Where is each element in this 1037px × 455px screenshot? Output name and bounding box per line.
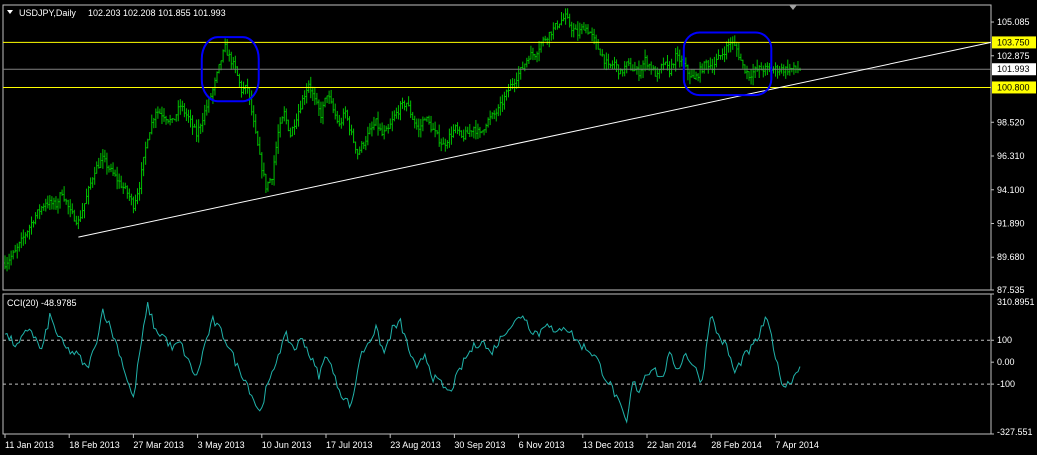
price-tick-label: 91.890 <box>997 219 1025 229</box>
date-tick-label: 27 Mar 2013 <box>133 440 184 450</box>
date-tick-label: 11 Jan 2013 <box>5 440 54 450</box>
date-tick-label: 7 Apr 2014 <box>775 440 819 450</box>
bid-level-label: 101.993 <box>992 63 1036 76</box>
level-label-text: 101.993 <box>997 64 1030 74</box>
date-tick-label: 10 Jun 2013 <box>262 440 312 450</box>
cci-tick-label: 310.8951 <box>997 297 1035 307</box>
price-tick-label: 89.680 <box>997 252 1025 262</box>
usdjpy-chart[interactable]: 105.085 102.875 98.520 96.310 94.100 91.890 89… <box>0 0 1037 455</box>
date-tick-label: 17 Jul 2013 <box>326 440 373 450</box>
level-label-text: 100.800 <box>997 82 1030 92</box>
resistance-level-label: 103.750 <box>992 36 1036 49</box>
price-tick-label: 105.085 <box>997 17 1030 27</box>
symbol-label: USDJPY,Daily <box>19 8 76 18</box>
date-tick-label: 30 Sep 2013 <box>454 440 505 450</box>
support-level-label: 100.800 <box>992 81 1036 94</box>
cci-tick-label: -100 <box>997 379 1015 389</box>
cci-label: CCI(20) -48.9785 <box>7 298 77 308</box>
price-tick-label: 94.100 <box>997 185 1025 195</box>
date-tick-label: 22 Jan 2014 <box>647 440 697 450</box>
date-tick-label: 23 Aug 2013 <box>390 440 441 450</box>
date-tick-label: 28 Feb 2014 <box>711 440 762 450</box>
date-tick-label: 6 Nov 2013 <box>519 440 565 450</box>
ohlc-readout: 102.203 102.208 101.855 101.993 <box>88 8 226 18</box>
price-tick-label: 102.875 <box>997 51 1030 61</box>
price-tick-label: 98.520 <box>997 117 1025 127</box>
level-label-text: 103.750 <box>997 37 1030 47</box>
date-tick-label: 13 Dec 2013 <box>583 440 634 450</box>
cci-tick-label: 0.00 <box>997 357 1015 367</box>
cci-tick-label: 100 <box>997 335 1012 345</box>
date-tick-label: 18 Feb 2013 <box>69 440 120 450</box>
date-tick-label: 3 May 2013 <box>198 440 245 450</box>
cci-tick-label: -327.551 <box>997 427 1033 437</box>
price-tick-label: 87.535 <box>997 285 1025 295</box>
price-tick-label: 96.310 <box>997 151 1025 161</box>
